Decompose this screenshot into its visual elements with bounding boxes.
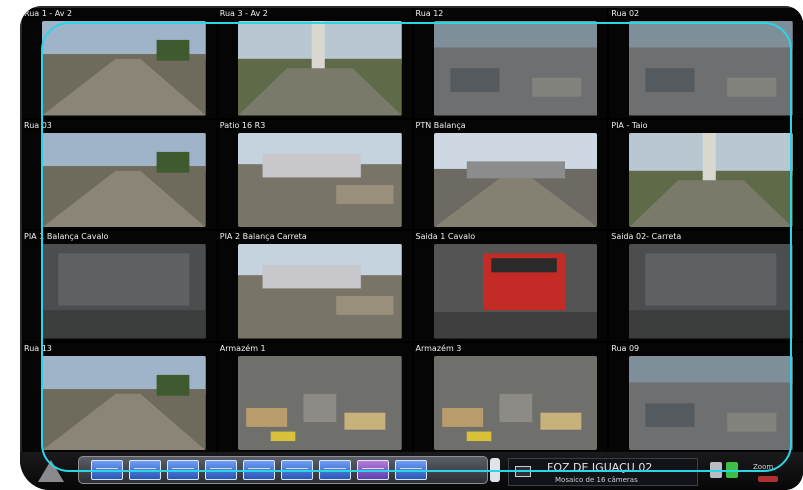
camera-label: Armazém 3 [415, 343, 462, 353]
camera-feed [42, 132, 206, 227]
location-name: FOZ DE IGUAÇU 02 [547, 461, 653, 474]
camera-tile[interactable]: PIA 1 Balança Cavalo [22, 231, 216, 341]
camera-tile[interactable]: Armazém 1 [217, 342, 412, 452]
monitor-screen: Rua 1 - Av 2 Rua 3 - Av 2 Rua 12 Rua 02 Rua … [20, 6, 803, 490]
camera-tile[interactable]: PIA 2 Balança Carreta [217, 231, 412, 341]
camera-tile[interactable]: Saida 02- Carreta [609, 231, 803, 341]
camera-label: Rua 02 [611, 9, 640, 18]
camera-label: PTN Balança [415, 120, 466, 130]
camera-feed [629, 132, 793, 227]
camera-label: PIA 1 Balança Cavalo [24, 232, 109, 241]
location-info-box: FOZ DE IGUAÇU 02 Mosaico de 16 câmeras [508, 458, 698, 486]
camera-label: Rua 03 [24, 120, 52, 130]
camera-tile[interactable]: Patio 16 R3 [217, 119, 412, 229]
camera-label: Saida 1 Cavalo [415, 232, 476, 241]
camera-feed [629, 355, 793, 450]
camera-feed [42, 355, 206, 450]
layout-selector-strip [78, 456, 488, 484]
layout-button[interactable] [357, 460, 389, 480]
layout-button[interactable] [243, 460, 275, 480]
camera-feed [629, 21, 793, 116]
camera-tile[interactable]: Rua 02 [609, 8, 803, 118]
camera-feed [42, 21, 206, 116]
camera-label: Patio 16 R3 [219, 120, 266, 130]
camera-feed [433, 132, 598, 227]
camera-feed [237, 355, 402, 450]
camera-label: PIA 2 Balança Carreta [219, 232, 307, 241]
record-indicator [758, 476, 778, 482]
camera-label: Rua 09 [611, 343, 640, 353]
camera-tile[interactable]: Rua 1 - Av 2 [22, 8, 216, 118]
camera-tile[interactable]: PTN Balança [413, 119, 608, 229]
layout-button[interactable] [91, 460, 123, 480]
camera-label: Rua 12 [415, 9, 444, 18]
camera-feed [237, 244, 402, 339]
play-button[interactable] [726, 462, 738, 478]
layout-button[interactable] [281, 460, 313, 480]
control-bar: FOZ DE IGUAÇU 02 Mosaico de 16 câmeras Z… [20, 452, 803, 490]
camera-tile[interactable]: Rua 09 [609, 342, 803, 452]
monitor-icon [515, 466, 531, 477]
layout-button[interactable] [129, 460, 161, 480]
layout-button[interactable] [319, 460, 351, 480]
mosaic-description: Mosaico de 16 câmeras [555, 476, 638, 484]
camera-tile[interactable]: PIA - Taio [609, 119, 803, 229]
camera-label: PIA - Taio [611, 120, 648, 130]
camera-tile[interactable]: Rua 12 [413, 8, 608, 118]
camera-feed [433, 21, 598, 116]
camera-label: Rua 1 - Av 2 [24, 9, 73, 18]
pause-button[interactable] [710, 462, 722, 478]
camera-label: Rua 3 - Av 2 [219, 9, 268, 18]
layout-button[interactable] [205, 460, 237, 480]
camera-feed [237, 132, 402, 227]
scroll-up-arrow-icon[interactable] [38, 460, 64, 482]
layout-button[interactable] [167, 460, 199, 480]
camera-tile[interactable]: Armazém 3 [413, 342, 608, 452]
camera-feed [433, 355, 598, 450]
camera-tile[interactable]: Rua 13 [22, 342, 216, 452]
zoom-label: Zoom [753, 463, 774, 471]
camera-feed [433, 244, 598, 339]
camera-feed [629, 244, 793, 339]
layout-button[interactable] [395, 460, 427, 480]
camera-label: Armazém 1 [219, 343, 266, 353]
camera-feed [42, 244, 206, 339]
camera-feed [237, 21, 402, 116]
camera-label: Saida 02- Carreta [611, 232, 682, 241]
camera-label: Rua 13 [24, 343, 52, 353]
strip-scroll-handle[interactable] [490, 458, 500, 482]
camera-tile[interactable]: Rua 03 [22, 119, 216, 229]
camera-tile[interactable]: Rua 3 - Av 2 [217, 8, 412, 118]
camera-grid: Rua 1 - Av 2 Rua 3 - Av 2 Rua 12 Rua 02 Rua … [22, 8, 803, 452]
camera-tile[interactable]: Saida 1 Cavalo [413, 231, 608, 341]
